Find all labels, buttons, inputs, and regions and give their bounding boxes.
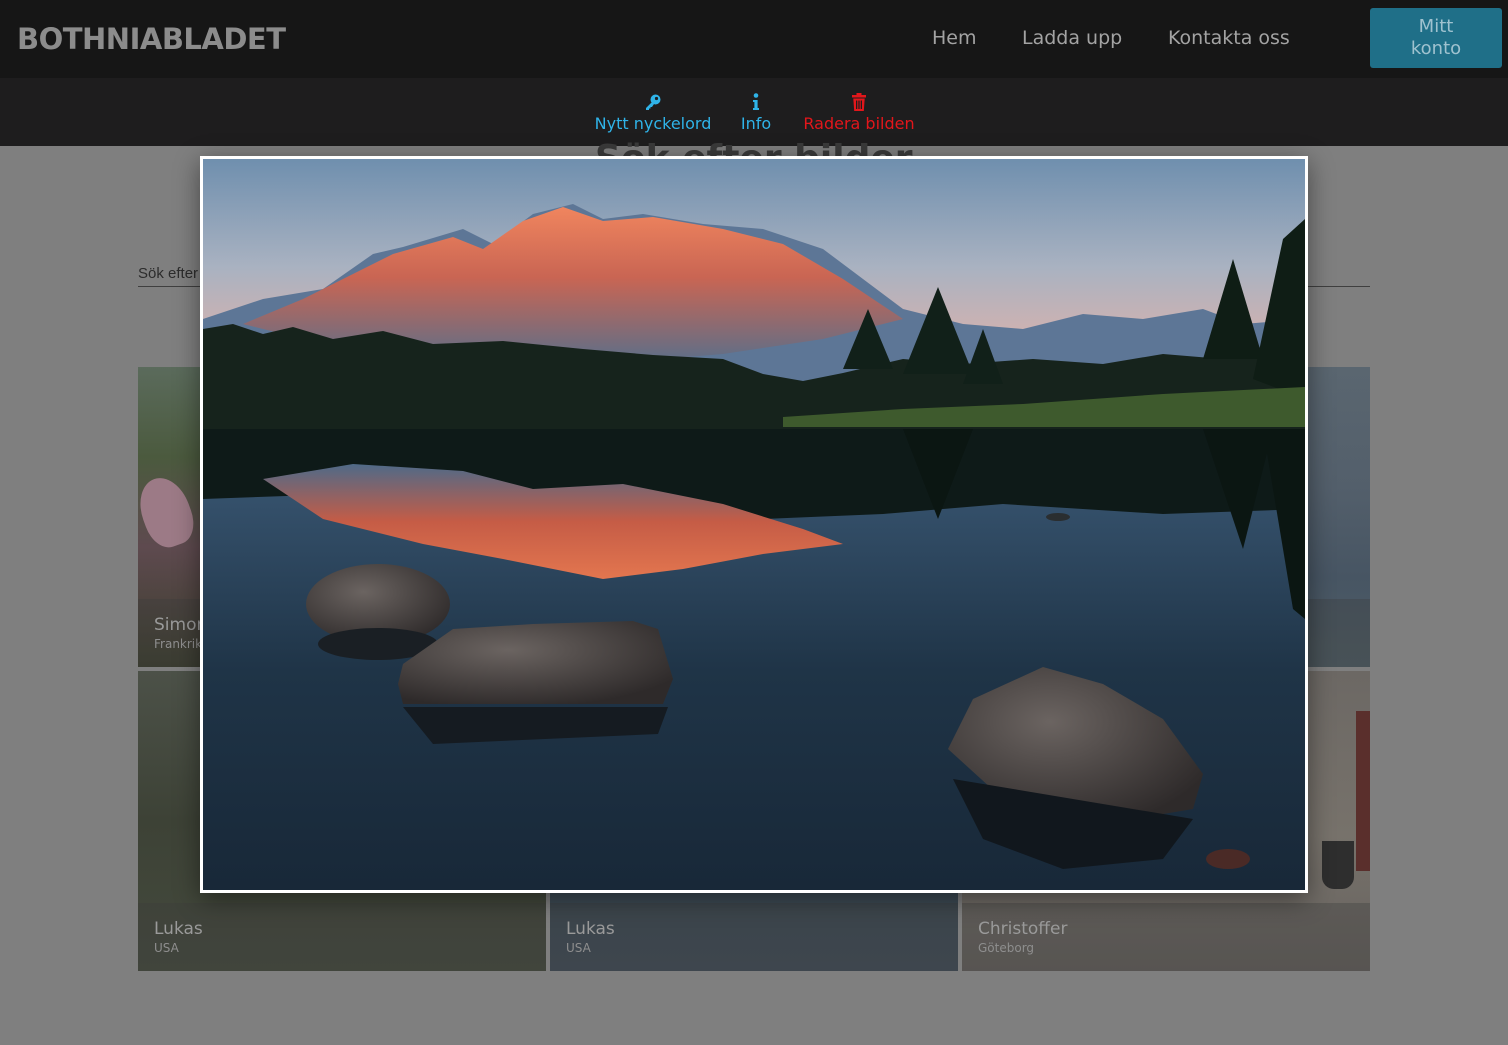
info-icon (753, 93, 759, 110)
image-toolbar: Nytt nyckelord Info Radera bilden (0, 78, 1508, 146)
photo-location: Göteborg (978, 941, 1035, 955)
photographer-name: Christoffer (978, 919, 1068, 939)
my-account-label-line1: Mitt (1418, 16, 1454, 37)
photographer-name: Lukas (154, 919, 203, 939)
card-caption: Lukas USA (138, 903, 546, 971)
image-lightbox[interactable] (200, 156, 1308, 893)
trash-icon (852, 93, 866, 111)
photographer-name: Lukas (566, 919, 615, 939)
top-navbar: BOTHNIABLADET Hem Ladda upp Kontakta oss… (0, 0, 1508, 78)
new-keyword-button[interactable]: Nytt nyckelord (594, 92, 712, 133)
delete-image-button[interactable]: Radera bilden (802, 92, 916, 133)
my-account-label-line2: konto (1410, 38, 1462, 59)
my-account-button[interactable]: Mitt konto (1370, 8, 1502, 68)
photo-location: USA (566, 941, 591, 955)
photo-location: USA (154, 941, 179, 955)
card-caption: Lukas USA (550, 903, 958, 971)
new-keyword-label: Nytt nyckelord (594, 114, 712, 133)
delete-image-label: Radera bilden (803, 114, 915, 133)
nav-home-link[interactable]: Hem (932, 27, 977, 49)
key-icon (646, 94, 661, 110)
card-caption: Christoffer Göteborg (962, 903, 1370, 971)
nav-contact-link[interactable]: Kontakta oss (1168, 27, 1290, 49)
info-button[interactable]: Info (738, 92, 774, 133)
brand-logo[interactable]: BOTHNIABLADET (17, 22, 286, 56)
info-label: Info (740, 114, 772, 133)
nav-upload-link[interactable]: Ladda upp (1022, 27, 1122, 49)
enlarged-photo (203, 159, 1305, 890)
